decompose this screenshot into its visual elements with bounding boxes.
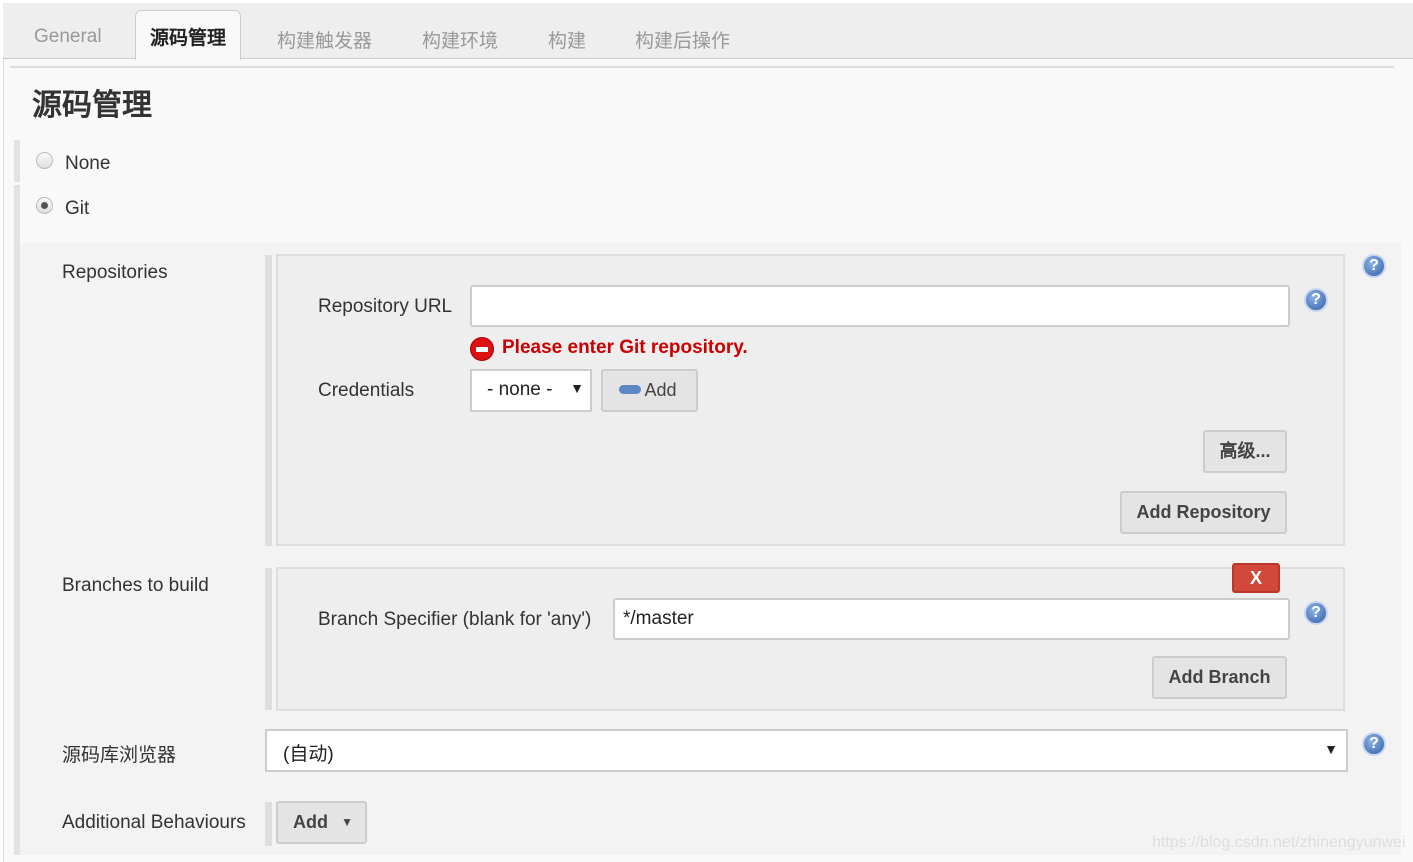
add-branch-button[interactable]: Add Branch: [1152, 656, 1287, 699]
branch-specifier-label: Branch Specifier (blank for 'any'): [318, 609, 592, 630]
dropdown-arrow-icon: ▼: [341, 815, 353, 829]
radio-none-label: None: [65, 153, 111, 174]
error-message: Please enter Git repository.: [502, 337, 748, 358]
repository-browser-select[interactable]: (自动) ▼: [265, 729, 1348, 772]
help-icon[interactable]: ?: [1362, 732, 1386, 756]
branches-label: Branches to build: [62, 575, 209, 596]
divider: [265, 255, 272, 546]
additional-behaviours-label: Additional Behaviours: [62, 812, 246, 833]
add-credentials-label: Add: [644, 380, 677, 400]
add-behaviour-label: Add: [293, 812, 328, 832]
add-repository-button[interactable]: Add Repository: [1120, 491, 1287, 534]
radio-none[interactable]: [36, 152, 53, 169]
add-credentials-button[interactable]: Add: [601, 369, 698, 412]
error-icon: [470, 337, 494, 361]
credentials-label: Credentials: [318, 380, 415, 401]
tab-build-environment[interactable]: 构建环境: [422, 26, 498, 53]
divider: [14, 140, 20, 182]
credentials-value: - none -: [487, 379, 553, 400]
watermark: https://blog.csdn.net/zhinengyunwei: [1152, 834, 1406, 851]
repositories-label: Repositories: [62, 262, 168, 283]
help-icon[interactable]: ?: [1362, 254, 1386, 278]
key-icon: [619, 385, 641, 394]
divider: [265, 802, 272, 846]
repository-url-input[interactable]: [470, 285, 1290, 327]
tab-scm[interactable]: 源码管理: [135, 10, 242, 60]
radio-git[interactable]: [36, 197, 53, 214]
repository-url-label: Repository URL: [318, 296, 453, 317]
tab-build-triggers[interactable]: 构建触发器: [277, 26, 372, 53]
dropdown-arrow-icon: ▼: [570, 380, 584, 396]
tab-build[interactable]: 构建: [548, 26, 586, 53]
branch-specifier-input[interactable]: */master: [613, 598, 1290, 640]
divider: [265, 568, 272, 710]
repository-browser-label: 源码库浏览器: [62, 745, 177, 766]
help-icon[interactable]: ?: [1304, 288, 1328, 312]
dropdown-arrow-icon: ▼: [1324, 741, 1338, 757]
help-icon[interactable]: ?: [1304, 601, 1328, 625]
page-title: 源码管理: [32, 89, 152, 122]
add-behaviour-button[interactable]: Add ▼: [276, 801, 367, 844]
delete-branch-button[interactable]: X: [1232, 563, 1280, 593]
tab-post-build[interactable]: 构建后操作: [635, 26, 730, 53]
repository-browser-value: (自动): [283, 744, 334, 765]
radio-git-label: Git: [65, 198, 90, 219]
advanced-button[interactable]: 高级...: [1203, 430, 1287, 473]
divider: [14, 230, 20, 855]
tab-general[interactable]: General: [34, 26, 102, 48]
divider: [10, 66, 1394, 68]
credentials-select[interactable]: - none - ▼: [470, 369, 592, 412]
